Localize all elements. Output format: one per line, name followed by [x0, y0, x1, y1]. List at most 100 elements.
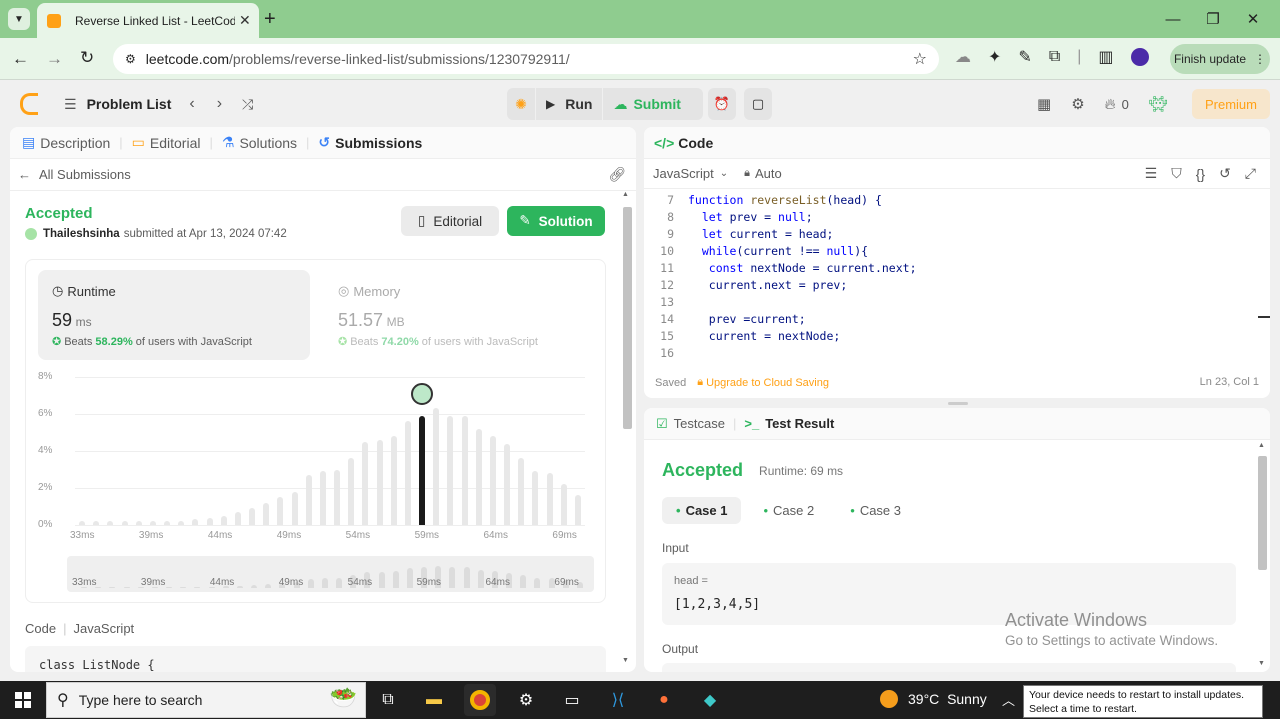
premium-button[interactable]: Premium — [1192, 89, 1270, 119]
chart-bar-highlighted[interactable] — [419, 415, 426, 525]
run-button[interactable]: ▶ Run — [535, 88, 602, 120]
bookmark-icon[interactable]: ⛉ — [1171, 165, 1182, 182]
reset-icon[interactable]: ↺ — [1219, 165, 1231, 182]
chart-bar[interactable] — [504, 443, 511, 525]
chart-bar[interactable] — [277, 497, 284, 525]
more-menu-icon[interactable]: ⋮ — [1254, 52, 1266, 66]
address-input[interactable]: ⚙ leetcode.com/problems/reverse-linked-l… — [113, 44, 939, 74]
chart-bar[interactable] — [334, 469, 341, 525]
site-info-icon[interactable]: ⚙ — [125, 52, 136, 66]
bookmark-star-icon[interactable]: ☆ — [913, 49, 927, 69]
chevron-up-icon[interactable]: ︿ — [1002, 690, 1015, 709]
chart-bar[interactable] — [518, 458, 525, 525]
windows-start-button[interactable] — [0, 681, 46, 719]
code-line[interactable]: 9 let current = head; — [644, 226, 1256, 243]
terminal-app-icon[interactable]: ▭ — [556, 684, 588, 716]
vscode-icon[interactable]: ⟩⟨ — [602, 684, 634, 716]
chart-bar[interactable] — [546, 473, 553, 525]
chart-bar[interactable] — [291, 491, 298, 525]
chart-bar[interactable] — [121, 521, 128, 525]
reload-icon[interactable]: ↻ — [80, 48, 94, 68]
new-tab-button[interactable]: + — [264, 8, 276, 31]
left-scrollbar[interactable]: ▲ ▼ — [622, 191, 632, 672]
code-line[interactable]: 11 const nextNode = current.next; — [644, 260, 1256, 277]
chart-bar[interactable] — [93, 521, 100, 525]
chart-bar[interactable] — [390, 436, 397, 525]
tab-testcase[interactable]: ☑ Testcase — [656, 416, 725, 432]
tab-test-result[interactable]: >_ Test Result — [744, 416, 834, 431]
code-line[interactable]: 13 — [644, 294, 1256, 311]
chart-bar[interactable] — [560, 484, 567, 525]
result-scrollbar[interactable]: ▲ ▼ — [1256, 442, 1268, 670]
chart-bar[interactable] — [135, 521, 142, 525]
list-icon[interactable]: ☰ — [64, 96, 77, 113]
upgrade-cloud-link[interactable]: Upgrade to Cloud Saving — [706, 377, 829, 389]
chart-bar[interactable] — [447, 415, 454, 525]
app-icon[interactable]: ◆ — [694, 684, 726, 716]
code-editor[interactable]: 7 function reverseList(head) {8 let prev … — [644, 192, 1256, 362]
close-window-icon[interactable]: ✕ — [1233, 0, 1273, 38]
chart-bar[interactable] — [319, 471, 326, 525]
code-line[interactable]: 12 current.next = prev; — [644, 277, 1256, 294]
format-icon[interactable]: ☰ — [1145, 165, 1158, 182]
submit-button[interactable]: ☁ Submit — [602, 88, 690, 120]
problem-list-link[interactable]: Problem List — [87, 96, 172, 112]
chart-bar[interactable] — [263, 502, 270, 525]
tab-search-button[interactable]: ▼ — [8, 8, 30, 30]
profile-avatar[interactable] — [1130, 48, 1149, 66]
chart-bar[interactable] — [220, 515, 227, 525]
chart-bar[interactable] — [249, 508, 256, 525]
case-tab-2[interactable]: • Case 2 — [749, 497, 828, 524]
extensions-puzzle-icon[interactable]: ⧉ — [1049, 48, 1060, 66]
notes-button[interactable]: ▢ — [744, 88, 772, 120]
chart-bar[interactable] — [206, 517, 213, 525]
extension-cloud-icon[interactable]: ☁ — [955, 47, 971, 67]
file-explorer-icon[interactable]: ▬ — [418, 684, 450, 716]
chart-bar[interactable] — [178, 521, 185, 525]
username[interactable]: Thaileshsinha — [43, 228, 120, 240]
solution-button[interactable]: ✎ Solution — [507, 206, 605, 236]
memory-card[interactable]: ◎ Memory 51.57 MB ✪ Beats 74.20% of users… — [324, 270, 596, 360]
avatar[interactable]: 👾︎ — [1149, 95, 1168, 113]
code-line[interactable]: 10 while(current !== null){ — [644, 243, 1256, 260]
chart-bar[interactable] — [362, 441, 369, 525]
chart-bar[interactable] — [348, 458, 355, 525]
language-select[interactable]: JavaScript ⌄ — [653, 166, 728, 181]
leetcode-logo-icon[interactable] — [20, 93, 38, 115]
settings-icon[interactable]: ⚙ — [510, 684, 542, 716]
tab-editorial[interactable]: ▭ Editorial — [132, 134, 201, 151]
extension-pen-icon[interactable]: ✎ — [1018, 47, 1031, 67]
chart-bar[interactable] — [574, 495, 581, 525]
case-tab-3[interactable]: • Case 3 — [836, 497, 915, 524]
timer-button[interactable]: ⏰ — [708, 88, 736, 120]
streak-counter[interactable]: 🔥︎ 0 — [1105, 96, 1129, 113]
runtime-card[interactable]: ◷ Runtime 59 ms ✪ Beats 58.29% of users w… — [38, 270, 310, 360]
close-tab-icon[interactable]: ✕ — [239, 12, 251, 29]
back-arrow-icon[interactable]: ← — [18, 167, 31, 182]
restart-notification[interactable]: Your device needs to restart to install … — [1023, 685, 1263, 718]
autocomplete-mode[interactable]: Auto — [755, 166, 782, 181]
panel-resize-handle[interactable] — [948, 402, 968, 405]
chart-bar[interactable] — [376, 439, 383, 525]
chart-bar[interactable] — [461, 415, 468, 525]
case-tab-1[interactable]: • Case 1 — [662, 497, 742, 524]
chart-bar[interactable] — [489, 436, 496, 525]
chart-bar[interactable] — [475, 428, 482, 525]
shuffle-icon[interactable]: ⤮ — [242, 96, 253, 113]
code-line[interactable]: 14 prev =current; — [644, 311, 1256, 328]
forward-icon[interactable]: → — [46, 49, 63, 69]
task-view-icon[interactable]: ⧉ — [372, 684, 404, 716]
back-icon[interactable]: ← — [12, 49, 29, 69]
chart-bar[interactable] — [532, 471, 539, 525]
browser-tab[interactable]: Reverse Linked List - LeetCode ✕ — [37, 3, 259, 38]
extension-gemini-icon[interactable]: ✦ — [988, 47, 1001, 67]
editorial-button[interactable]: ▯ Editorial — [401, 206, 499, 236]
chart-bar[interactable] — [234, 512, 241, 525]
all-submissions-link[interactable]: All Submissions — [39, 167, 131, 182]
tab-submissions[interactable]: ↺ Submissions — [318, 134, 422, 151]
tab-solutions[interactable]: ⚗ Solutions — [222, 134, 297, 151]
code-line[interactable]: 15 current = nextNode; — [644, 328, 1256, 345]
finish-update-button[interactable]: Finish update ⋮ — [1170, 44, 1270, 74]
chart-bar[interactable] — [149, 521, 156, 525]
settings-gear-icon[interactable]: ⚙ — [1071, 95, 1084, 113]
